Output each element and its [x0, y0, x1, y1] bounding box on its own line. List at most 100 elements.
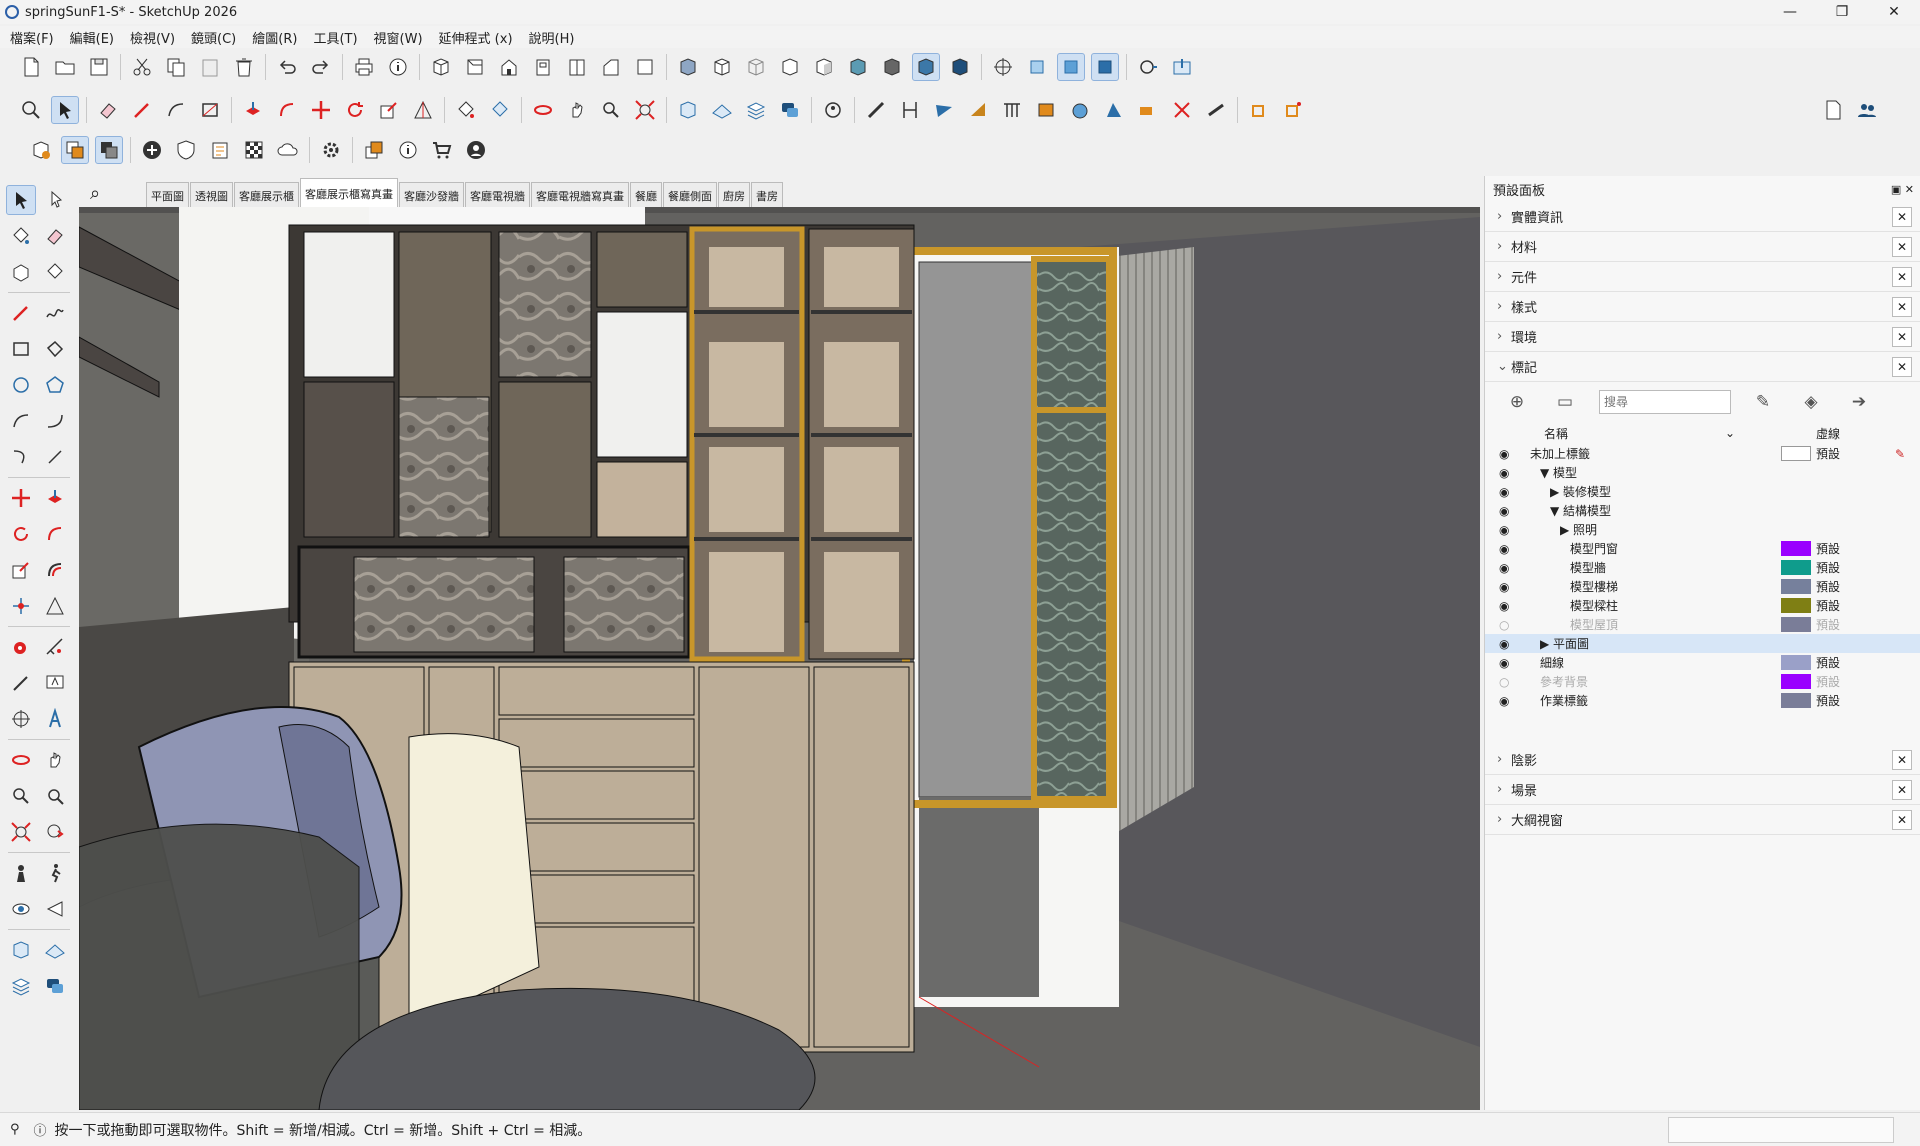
tag-row[interactable]: ◉ 模型門窗 預設: [1485, 539, 1920, 558]
close-panel-button[interactable]: ✕: [1892, 809, 1912, 830]
model-info-icon[interactable]: [384, 53, 412, 81]
tab-study[interactable]: 書房: [751, 182, 783, 208]
wireframe-icon[interactable]: [742, 53, 770, 81]
move-icon[interactable]: [307, 96, 335, 124]
panel-scenes[interactable]: › 場景 ✕: [1485, 775, 1920, 805]
arc-icon[interactable]: [162, 96, 190, 124]
tag-name[interactable]: 未加上標籤: [1530, 445, 1590, 462]
solid-tools-icon[interactable]: [674, 96, 702, 124]
menu-tools[interactable]: 工具(T): [313, 28, 357, 47]
zoom-window-icon[interactable]: [40, 781, 70, 811]
panel-tags[interactable]: ⌄ 標記 ✕: [1485, 352, 1920, 382]
pan-hand-icon[interactable]: [563, 96, 591, 124]
tag-dash[interactable]: 預設: [1816, 673, 1840, 690]
shaded-textures-icon[interactable]: [844, 53, 872, 81]
tab-living-tv-wall-render[interactable]: 客廳電視牆寫真畫: [531, 182, 629, 208]
stack-layers-icon[interactable]: [742, 96, 770, 124]
tag-tool-icon[interactable]: [486, 96, 514, 124]
tag-dash[interactable]: 預設: [1816, 616, 1840, 633]
tag-tool-pencil-icon[interactable]: ✎: [1749, 388, 1777, 416]
zoom-extents-icon[interactable]: [631, 96, 659, 124]
add-circle-icon[interactable]: [138, 136, 166, 164]
paint-tool-icon[interactable]: [6, 221, 36, 251]
xray-icon[interactable]: [674, 53, 702, 81]
eye-visible-icon[interactable]: ◉: [1499, 466, 1509, 480]
eye-visible-icon[interactable]: ◉: [1499, 599, 1509, 613]
paste-icon[interactable]: [196, 53, 224, 81]
monochrome-icon[interactable]: [878, 53, 906, 81]
tag-dash[interactable]: 預設: [1816, 597, 1840, 614]
section-display-icon[interactable]: [946, 53, 974, 81]
orbit-tool-icon[interactable]: [6, 745, 36, 775]
shaded-icon[interactable]: [810, 53, 838, 81]
tag-row[interactable]: ◉ ▼ 模型: [1485, 463, 1920, 482]
tag-row[interactable]: ○ 參考背景 預設: [1485, 672, 1920, 691]
tab-dining[interactable]: 餐廳: [630, 182, 662, 208]
dash-column-header[interactable]: 虛線: [1816, 425, 1840, 442]
tag-row[interactable]: ◉ ▼ 結構模型: [1485, 501, 1920, 520]
3d-text-icon[interactable]: [40, 704, 70, 734]
tag-name[interactable]: 模型牆: [1570, 559, 1606, 576]
offset-tool-icon[interactable]: [40, 555, 70, 585]
menu-draw[interactable]: 繪圖(R): [252, 28, 297, 47]
close-panel-button[interactable]: ✕: [1892, 326, 1912, 347]
eye-visible-icon[interactable]: ◉: [1499, 523, 1509, 537]
delete-icon[interactable]: [230, 53, 258, 81]
move-tool-icon[interactable]: [6, 483, 36, 513]
tag-name[interactable]: 參考背景: [1540, 673, 1588, 690]
tag-name[interactable]: 模型屋頂: [1570, 616, 1618, 633]
look-around-icon[interactable]: [6, 894, 36, 924]
instructor-info-icon[interactable]: ⓘ: [34, 1120, 47, 1139]
extension-tool-5-icon[interactable]: [1066, 96, 1094, 124]
add-tag-icon[interactable]: ⊕: [1503, 388, 1531, 416]
panel-environment[interactable]: › 環境 ✕: [1485, 322, 1920, 352]
menu-window[interactable]: 視窗(W): [374, 28, 423, 47]
position-camera-icon[interactable]: [6, 858, 36, 888]
offset-icon[interactable]: [409, 96, 437, 124]
push-pull-tool-icon[interactable]: [40, 483, 70, 513]
shield-icon[interactable]: [172, 136, 200, 164]
follow-me-icon[interactable]: [273, 96, 301, 124]
tag-row[interactable]: ◉ 模型樑柱 預設: [1485, 596, 1920, 615]
dimension-tool-icon[interactable]: [6, 668, 36, 698]
menu-extensions[interactable]: 延伸程式 (x): [439, 28, 513, 47]
zoom-tool-icon[interactable]: [6, 781, 36, 811]
extension-tool-3-icon[interactable]: [998, 96, 1026, 124]
paint-bucket-icon[interactable]: [452, 96, 480, 124]
polygon-tool-icon[interactable]: [40, 370, 70, 400]
pan-tool-icon[interactable]: [40, 745, 70, 775]
tag-row[interactable]: ◉ 作業標籤 預設: [1485, 691, 1920, 710]
menu-file[interactable]: 檔案(F): [10, 28, 54, 47]
extension-tool-1-icon[interactable]: [930, 96, 958, 124]
model-viewport[interactable]: [79, 207, 1480, 1110]
previous-view-icon[interactable]: [40, 817, 70, 847]
tag-row[interactable]: ◉ 模型牆 預設: [1485, 558, 1920, 577]
tag-name[interactable]: ▶ 平面圖: [1540, 635, 1589, 652]
extension-tool-11-icon[interactable]: [1279, 96, 1307, 124]
line-tool-icon[interactable]: [6, 298, 36, 328]
text-tool-icon[interactable]: [40, 668, 70, 698]
close-panel-button[interactable]: ✕: [1892, 296, 1912, 317]
geolocation-icon[interactable]: ⚲: [10, 1122, 20, 1137]
scale-icon[interactable]: [375, 96, 403, 124]
component-replace-icon[interactable]: [95, 136, 123, 164]
tag-dash[interactable]: 預設: [1816, 578, 1840, 595]
solid-tools-left-icon[interactable]: [6, 935, 36, 965]
tab-living-display-cabinet[interactable]: 客廳展示櫃: [234, 182, 299, 208]
tag-color-swatch[interactable]: [1781, 598, 1811, 613]
building-report-icon[interactable]: [206, 136, 234, 164]
tag-color-swatch[interactable]: [1781, 560, 1811, 575]
panel-shadows[interactable]: › 陰影 ✕: [1485, 745, 1920, 775]
hidden-line-icon[interactable]: [776, 53, 804, 81]
flip-tool-icon[interactable]: [6, 591, 36, 621]
freehand-tool-icon[interactable]: [40, 298, 70, 328]
name-column-header[interactable]: 名稱: [1544, 425, 1568, 442]
eye-visible-icon[interactable]: ◉: [1499, 656, 1509, 670]
three-point-arc-icon[interactable]: [6, 442, 36, 472]
scene-search-icon[interactable]: ⌕: [80, 178, 110, 208]
active-tag-pencil-icon[interactable]: ✎: [1895, 447, 1905, 461]
open-folder-icon[interactable]: [51, 53, 79, 81]
eye-visible-icon[interactable]: ◉: [1499, 542, 1509, 556]
zoom-icon[interactable]: [597, 96, 625, 124]
tab-living-display-cabinet-render[interactable]: 客廳展示櫃寫真畫: [300, 178, 398, 208]
